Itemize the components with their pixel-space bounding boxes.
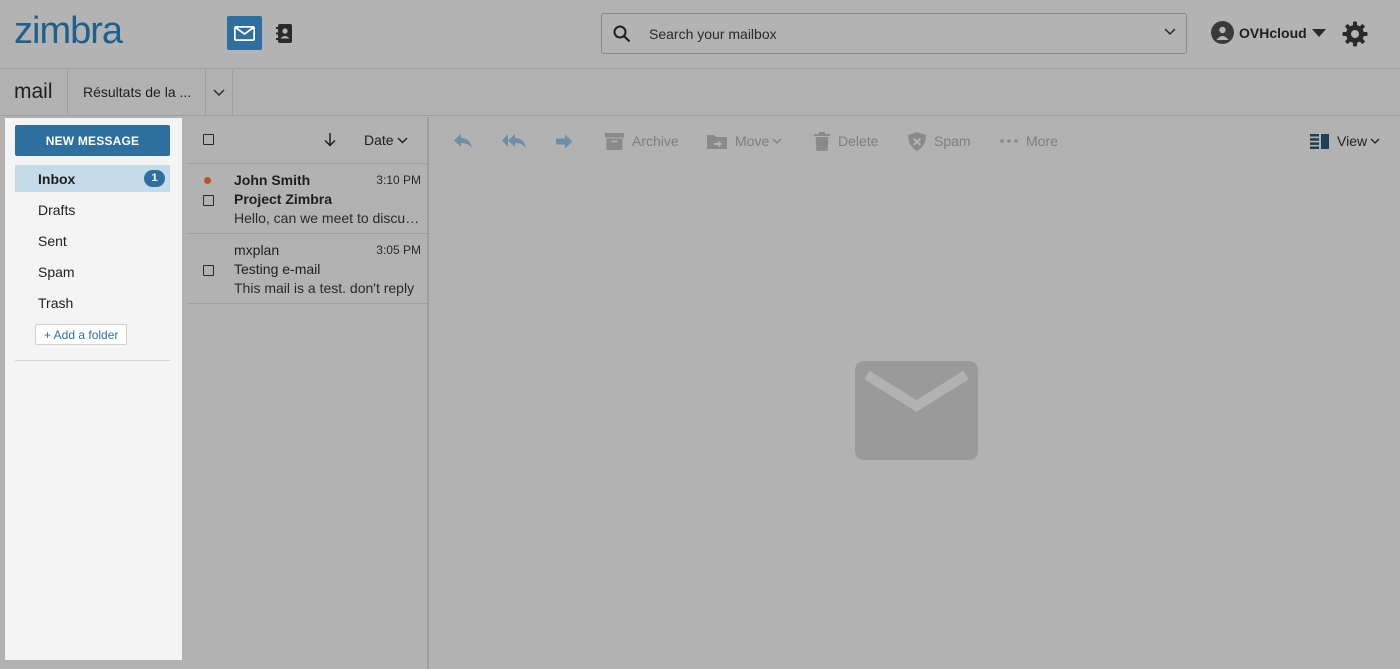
delete-label: Delete [838,133,879,149]
shield-icon [908,131,926,151]
view-button[interactable]: View [1310,129,1380,153]
folder-label: Sent [38,233,67,249]
sidebar-divider [15,360,170,361]
empty-envelope-icon [855,361,978,460]
search-icon[interactable] [613,25,631,43]
message-row[interactable]: mxplan 3:05 PM Testing e-mail This mail … [187,234,427,304]
message-list: Date John Smith 3:10 PM Project Zimbra H… [187,117,429,669]
address-book-icon [275,23,292,43]
message-time: 3:10 PM [376,173,421,187]
zimbra-logo[interactable]: zimbra [14,10,123,53]
more-dots-icon [1000,139,1018,143]
reply-button[interactable] [453,129,473,153]
forward-icon [556,134,573,148]
gear-icon[interactable] [1342,21,1368,47]
spam-label: Spam [934,133,971,149]
reply-icon [454,134,472,148]
search-input[interactable] [649,23,1129,45]
select-all-checkbox[interactable] [203,134,214,145]
message-subject: Testing e-mail [234,261,321,277]
folder-label: Spam [38,264,75,280]
message-time: 3:05 PM [376,243,421,257]
caret-down-icon [1311,28,1326,37]
message-preview: This mail is a test. don't reply [234,280,415,296]
archive-label: Archive [632,133,679,149]
message-checkbox[interactable] [203,265,214,276]
chevron-down-icon [397,137,408,143]
reply-all-icon [502,134,526,148]
search-box[interactable] [601,13,1187,54]
user-icon [1216,26,1229,40]
folder-label: Trash [38,295,74,311]
folder-sidebar: NEW MESSAGE Inbox 1 Drafts Sent Spam Tra… [5,118,182,660]
message-preview: Hello, can we meet to discuss the projec… [234,210,422,226]
folder-label: Drafts [38,202,76,218]
sidebar-item-drafts[interactable]: Drafts [15,196,170,223]
unread-count-badge: 1 [144,170,165,187]
chevron-down-icon [1370,138,1380,144]
sidebar-item-spam[interactable]: Spam [15,258,170,285]
search-results-tab[interactable]: Résultats de la ... [67,70,205,115]
chevron-down-icon [213,88,225,96]
message-list-header: Date [187,117,427,164]
unread-indicator[interactable] [204,177,211,184]
move-label: Move [735,133,770,149]
folder-label: Inbox [38,171,76,187]
delete-button[interactable]: Delete [814,129,878,153]
new-message-button[interactable]: NEW MESSAGE [15,125,170,156]
message-row[interactable]: John Smith 3:10 PM Project Zimbra Hello,… [187,164,427,234]
spam-button[interactable]: Spam [908,129,971,153]
envelope-icon [234,25,255,41]
sort-label: Date [364,132,394,148]
contacts-app-button[interactable] [266,16,301,50]
reading-pane-layout-icon [1310,133,1329,149]
sidebar-item-inbox[interactable]: Inbox 1 [15,165,170,192]
message-subject: Project Zimbra [234,191,333,207]
chevron-down-icon [772,138,782,144]
add-folder-button[interactable]: + Add a folder [35,324,128,345]
top-header: zimbra O [0,0,1400,69]
forward-button[interactable] [555,129,573,153]
message-sender: John Smith [234,172,311,188]
reply-all-button[interactable] [501,129,527,153]
archive-icon [605,132,624,150]
account-name: OVHcloud [1239,24,1307,41]
message-sender: mxplan [234,242,280,258]
account-menu[interactable]: OVHcloud [1211,21,1326,44]
tab-dropdown-button[interactable] [205,70,233,115]
move-button[interactable]: Move [707,129,782,153]
trash-icon [814,131,830,151]
page-title: mail [14,80,53,103]
chevron-down-icon[interactable] [1164,28,1176,36]
mail-app-button[interactable] [227,16,262,50]
sidebar-item-sent[interactable]: Sent [15,227,170,254]
message-checkbox[interactable] [203,195,214,206]
more-label: More [1026,133,1058,149]
reading-pane: Archive Move Delete Spam More View [431,117,1400,669]
sort-direction-icon[interactable] [324,133,336,147]
view-label: View [1337,133,1368,149]
avatar [1211,21,1234,44]
archive-button[interactable]: Archive [605,129,679,153]
sidebar-item-trash[interactable]: Trash [15,289,170,316]
folder-move-icon [707,135,727,149]
more-button[interactable]: More [1000,129,1058,153]
sort-by-date-button[interactable]: Date [364,132,408,148]
sub-header: mail Résultats de la ... [0,70,1400,116]
